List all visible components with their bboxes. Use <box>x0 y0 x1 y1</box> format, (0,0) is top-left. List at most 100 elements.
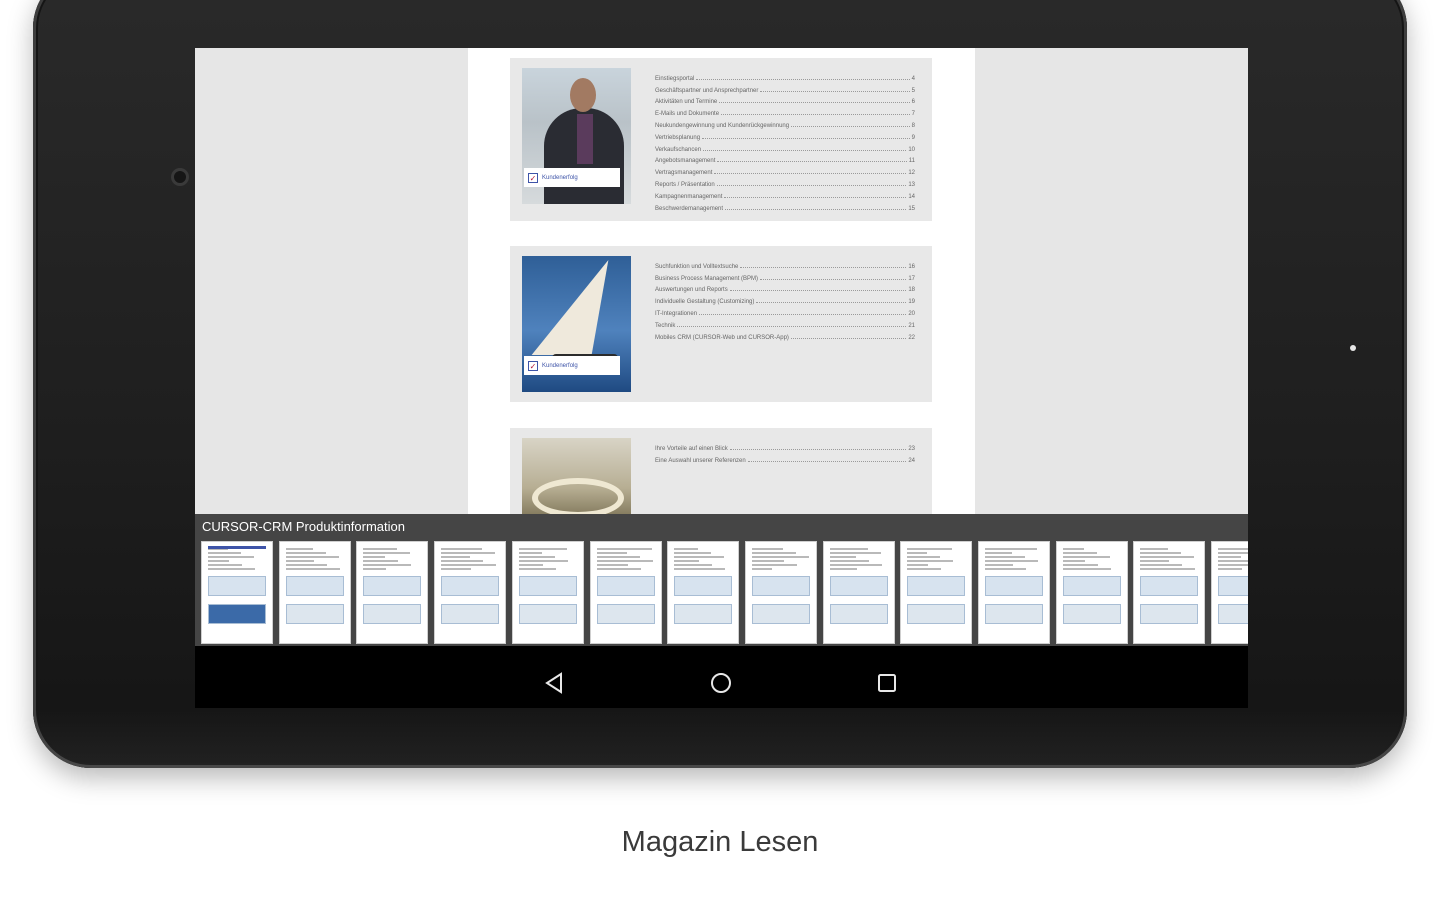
toc-entry-page: 17 <box>908 275 915 282</box>
toc-entry[interactable]: Beschwerdemanagement 15 <box>655 200 915 212</box>
page-thumbnail[interactable] <box>667 541 740 644</box>
toc-block: ✓ Kundenerfolg Suchfunktion und Volltext… <box>510 246 932 402</box>
thumbnail-text-line <box>751 568 772 570</box>
checkmark-logo-icon: ✓ <box>528 360 538 371</box>
thumbnail-text-line <box>208 552 241 554</box>
thumbnail-text-line <box>441 560 484 562</box>
thumbnail-screenshot <box>829 604 888 624</box>
toc-block: Ihre Vorteile auf einen Blick 23 Eine Ausw… <box>510 428 932 514</box>
recents-button[interactable] <box>872 668 902 698</box>
toc-leader-dots <box>714 173 907 175</box>
thumbnail-text-line <box>1218 556 1242 558</box>
thumbnail-text-line <box>441 552 496 554</box>
thumbnail-text-line <box>363 560 399 562</box>
page-thumbnail[interactable] <box>900 541 973 644</box>
toc-entry[interactable]: Vertriebsplanung 9 <box>655 129 915 141</box>
toc-leader-dots <box>716 184 907 186</box>
toc-entry[interactable]: Technik 21 <box>655 317 915 329</box>
thumbnail-text-line <box>1140 568 1196 570</box>
thumbnail-text-line <box>285 568 340 570</box>
thumbnail-screenshot <box>441 576 500 596</box>
toc-entry[interactable]: Angebotsmanagement 11 <box>655 153 915 165</box>
toc-entry[interactable]: Einstiegsportal 4 <box>655 70 915 82</box>
thumbnail-text-line <box>751 556 809 558</box>
page-thumbnail[interactable] <box>978 541 1050 644</box>
toc-entry[interactable]: Suchfunktion und Volltextsuche 16 <box>655 258 915 270</box>
toc-entry[interactable]: Verkaufschancen 10 <box>655 141 915 153</box>
thumbnail-text-line <box>518 568 556 570</box>
thumbnail-text-line <box>285 548 313 550</box>
thumbnail-text-line <box>363 568 387 570</box>
toc-entry[interactable]: Geschäftspartner und Ansprechpartner 5 <box>655 82 915 94</box>
page-thumbnail[interactable] <box>434 541 507 644</box>
toc-entry[interactable]: Reports / Präsentation 13 <box>655 176 915 188</box>
thumbnail-screenshot <box>1140 604 1199 624</box>
toc-entry[interactable]: Mobiles CRM (CURSOR-Web und CURSOR-App) 2… <box>655 329 915 341</box>
toc-entry[interactable]: Eine Auswahl unserer Referenzen 24 <box>655 452 915 464</box>
page-thumbnail[interactable] <box>278 541 351 644</box>
toc-entry-page: 5 <box>911 87 915 94</box>
thumbnail-header-bar <box>208 546 266 549</box>
page-thumbnail[interactable] <box>201 541 273 644</box>
toc-entry-page: 9 <box>911 134 915 141</box>
thumbnail-text-line <box>1062 556 1110 558</box>
thumbnail-text-line <box>829 560 869 562</box>
thumbnail-screenshot <box>518 576 577 596</box>
toc-entry-page: 19 <box>908 299 915 306</box>
thumbnail-screenshot <box>596 604 655 624</box>
toc-entry[interactable]: Aktivitäten und Termine 6 <box>655 94 915 105</box>
toc-leader-dots <box>760 90 910 92</box>
thumbnail-screenshot <box>907 604 966 624</box>
toc-entry-label: Verkaufschancen <box>655 146 702 153</box>
rope-photo <box>522 438 631 514</box>
thumbnail-text-line <box>674 556 725 558</box>
thumbnail-screenshot <box>751 576 810 596</box>
page-thumbnail[interactable] <box>1055 541 1128 644</box>
page-thumbnail[interactable] <box>744 541 817 644</box>
page-thumbnail[interactable] <box>589 541 662 644</box>
toc-entry-page: 11 <box>908 158 915 165</box>
toc-entry[interactable]: IT-Integrationen 20 <box>655 305 915 317</box>
document-viewer[interactable]: ✓ Kundenerfolg Einstiegsportal 4 Geschäfts… <box>195 48 1248 514</box>
toc-entry-page: 8 <box>911 122 915 129</box>
toc-entry[interactable]: Business Process Management (BPM) 17 <box>655 270 915 282</box>
thumbnail-text-line <box>751 552 796 554</box>
thumbnail-text-line <box>674 552 712 554</box>
thumbnail-strip[interactable] <box>201 541 1248 644</box>
thumbnail-text-line <box>441 568 472 570</box>
home-button[interactable] <box>706 668 736 698</box>
page-thumbnail[interactable] <box>1133 541 1206 644</box>
thumbnail-text-line <box>208 556 254 558</box>
back-button[interactable] <box>540 668 570 698</box>
thumbnail-text-line <box>1218 568 1243 570</box>
thumbnail-screenshot <box>208 604 266 624</box>
toc-entry[interactable]: Neukundengewinnung und Kundenrückgewinnu… <box>655 117 915 129</box>
thumbnail-text-line <box>985 548 1037 550</box>
thumbnail-text-line <box>1140 548 1169 550</box>
page-thumbnail[interactable] <box>356 541 429 644</box>
document-page: ✓ Kundenerfolg Einstiegsportal 4 Geschäfts… <box>468 48 975 514</box>
toc-entry[interactable]: Auswertungen und Reports 18 <box>655 282 915 293</box>
toc-entry[interactable]: Vertragsmanagement 12 <box>655 164 915 176</box>
thumbnail-text-line <box>985 556 1025 558</box>
thumbnail-text-line <box>1062 564 1098 566</box>
thumbnail-text-line <box>596 552 627 554</box>
toc-entry[interactable]: Kampagnenmanagement 14 <box>655 188 915 200</box>
page-thumbnail[interactable] <box>511 541 584 644</box>
page-thumbnail[interactable] <box>822 541 895 644</box>
toc-entry[interactable]: Ihre Vorteile auf einen Blick 23 <box>655 440 915 452</box>
page-thumbnail[interactable] <box>1211 541 1248 644</box>
toc-entry-label: Einstiegsportal <box>655 75 695 82</box>
toc-entry-page: 10 <box>908 146 915 153</box>
toc-entry-page: 21 <box>908 322 915 329</box>
thumbnail-text-line <box>518 564 543 566</box>
thumbnail-text-line <box>907 564 929 566</box>
thumbnail-text-line <box>674 564 713 566</box>
toc-entry[interactable]: E-Mails und Dokumente 7 <box>655 105 915 117</box>
thumbnail-screenshot <box>363 576 422 596</box>
thumbnail-screenshot <box>285 576 344 596</box>
toc-leader-dots <box>790 337 907 339</box>
toc-entry[interactable]: Individuelle Gestaltung (Customizing) 19 <box>655 293 915 305</box>
thumbnail-text-line <box>907 548 953 550</box>
toc-leader-dots <box>729 448 907 450</box>
